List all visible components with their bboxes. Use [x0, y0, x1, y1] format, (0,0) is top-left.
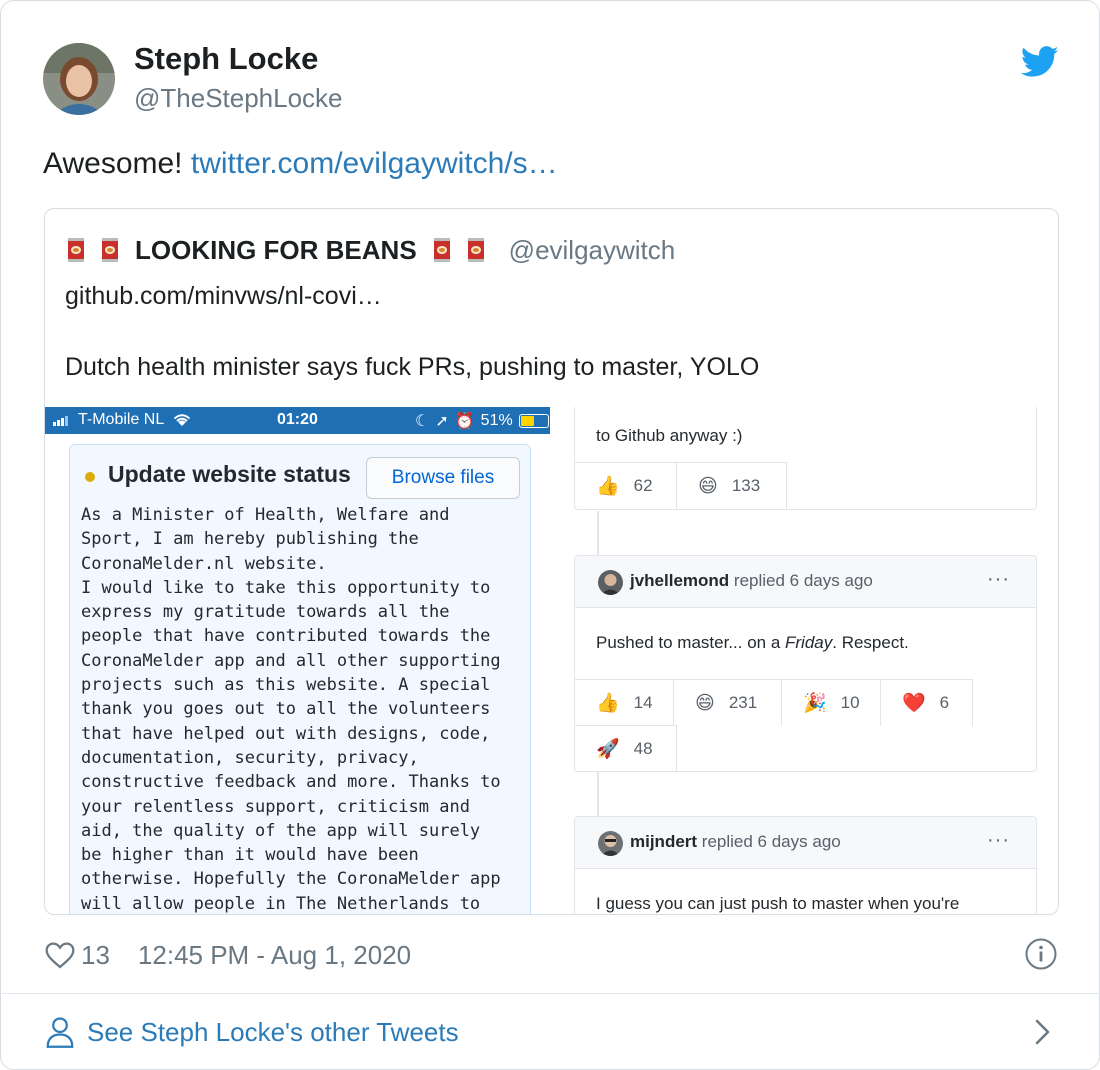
- comment-author[interactable]: mijndert: [630, 832, 697, 851]
- comment-text-part: . Respect.: [832, 633, 909, 652]
- reaction-count: 10: [840, 693, 860, 712]
- party-popper-icon: 🎉: [803, 693, 827, 714]
- comment-2: jvhellemond replied 6 days ago ··· Pushe…: [574, 555, 1037, 772]
- bean-can-icon: [467, 236, 485, 264]
- comment-3: mijndert replied 6 days ago ··· I guess …: [574, 816, 1037, 914]
- comment-3-header: mijndert replied 6 days ago ···: [575, 817, 1036, 869]
- reaction-thumbs-up[interactable]: 👍 14: [575, 680, 674, 726]
- user-avatar[interactable]: [598, 831, 623, 856]
- tweet-body: Awesome!: [43, 147, 183, 180]
- reaction-count: 14: [633, 693, 653, 712]
- timeline-line: [597, 772, 599, 816]
- quoted-body-text: Dutch health minister says fuck PRs, pus…: [65, 353, 760, 381]
- tweet-meta-row: 13 12:45 PM - Aug 1, 2020: [43, 935, 411, 975]
- smile-icon: 😄: [695, 692, 715, 714]
- reaction-count: 231: [728, 693, 758, 712]
- comment-3-text: I guess you can just push to master when…: [596, 894, 960, 913]
- phone-status-bar: T-Mobile NL 01:20 ☾ ➚ ⏰ 51%: [45, 407, 550, 434]
- author-name[interactable]: Steph Locke: [134, 41, 318, 77]
- battery-icon: [518, 414, 549, 428]
- comment-meta: replied 6 days ago: [733, 571, 873, 590]
- signal-bars-icon: [53, 416, 68, 426]
- more-options-icon[interactable]: ···: [987, 829, 1010, 852]
- battery-percent: 51%: [480, 412, 513, 429]
- embedded-tweet-card: Steph Locke @TheStephLocke Awesome! twit…: [0, 0, 1100, 1070]
- author-handle[interactable]: @TheStephLocke: [134, 83, 343, 114]
- user-avatar[interactable]: [598, 570, 623, 595]
- quoted-media-image[interactable]: T-Mobile NL 01:20 ☾ ➚ ⏰ 51% Update websi…: [45, 407, 1058, 914]
- comment-2-reactions-row2: 🚀 48: [575, 725, 677, 771]
- phone-status-right: ☾ ➚ ⏰ 51%: [415, 411, 549, 431]
- reaction-count: 133: [731, 476, 761, 495]
- more-options-icon[interactable]: ···: [987, 568, 1010, 591]
- carrier-group: T-Mobile NL: [53, 411, 192, 429]
- quoted-author-name[interactable]: LOOKING FOR BEANS: [135, 235, 417, 266]
- info-icon[interactable]: [1025, 938, 1057, 970]
- reaction-count: 6: [939, 693, 950, 712]
- browse-files-button[interactable]: Browse files: [366, 457, 520, 499]
- reaction-smile[interactable]: 😄 231: [674, 680, 782, 726]
- see-other-tweets-label: See Steph Locke's other Tweets: [87, 1016, 459, 1047]
- smile-icon: 😄: [698, 475, 718, 497]
- comment-2-text: Pushed to master... on a Friday. Respect…: [596, 633, 909, 653]
- like-count[interactable]: 13: [81, 940, 110, 971]
- see-other-tweets-link[interactable]: See Steph Locke's other Tweets: [45, 1013, 459, 1051]
- tweet-text: Awesome! twitter.com/evilgaywitch/s…: [43, 147, 558, 181]
- comment-2-header: jvhellemond replied 6 days ago ···: [575, 556, 1036, 608]
- footer-divider: [2, 993, 1100, 994]
- chevron-right-icon[interactable]: [1033, 1018, 1053, 1046]
- comment-meta: replied 6 days ago: [701, 832, 841, 851]
- commit-body: As a Minister of Health, Welfare and Spo…: [81, 505, 501, 914]
- reaction-smile[interactable]: 😄 133: [677, 463, 787, 509]
- reaction-tada[interactable]: 🎉 10: [782, 680, 881, 726]
- bean-can-icon: [67, 236, 85, 264]
- commit-title: Update website status: [108, 461, 351, 487]
- rocket-icon: 🚀: [596, 739, 620, 760]
- alarm-icon: ⏰: [454, 413, 475, 430]
- moon-icon: ☾: [415, 413, 430, 430]
- reaction-heart[interactable]: ❤️ 6: [881, 680, 973, 726]
- comment-1-text: to Github anyway :): [596, 426, 743, 445]
- comment-2-author-line: jvhellemond replied 6 days ago: [630, 571, 873, 591]
- status-dot: [85, 472, 95, 482]
- quoted-author-handle[interactable]: @evilgaywitch: [509, 235, 676, 266]
- wifi-icon: [174, 414, 191, 426]
- person-icon: [46, 1017, 74, 1048]
- comment-author[interactable]: jvhellemond: [630, 571, 729, 590]
- heart-icon[interactable]: [43, 939, 77, 971]
- quoted-tweet[interactable]: LOOKING FOR BEANS @evilgaywitch github.c…: [44, 208, 1059, 915]
- phone-time: 01:20: [277, 411, 318, 428]
- heart-icon: ❤️: [902, 693, 926, 714]
- quoted-link-text: github.com/minvws/nl-covi…: [65, 282, 382, 310]
- commit-message-box: Update website status Browse files As a …: [69, 444, 531, 914]
- thumbs-up-icon: 👍: [596, 476, 620, 497]
- thumbs-up-icon: 👍: [596, 693, 620, 714]
- comment-text-emphasis: Friday: [785, 633, 833, 652]
- github-comments: to Github anyway :) 👍 62 😄 133 jvhellemo…: [574, 407, 1037, 914]
- author-avatar[interactable]: [43, 43, 115, 115]
- tweet-timestamp[interactable]: 12:45 PM - Aug 1, 2020: [138, 940, 411, 971]
- quoted-header: LOOKING FOR BEANS @evilgaywitch: [67, 231, 675, 269]
- bean-can-icon: [101, 236, 119, 264]
- bean-can-icon: [433, 236, 451, 264]
- comment-1: to Github anyway :) 👍 62 😄 133: [574, 407, 1037, 510]
- comment-1-reactions: 👍 62 😄 133: [575, 462, 787, 509]
- reaction-count: 62: [633, 476, 653, 495]
- twitter-bird-icon[interactable]: [1021, 45, 1059, 79]
- reaction-rocket[interactable]: 🚀 48: [575, 726, 677, 771]
- tweet-link[interactable]: twitter.com/evilgaywitch/s…: [191, 147, 558, 180]
- reaction-count: 48: [633, 739, 653, 758]
- reaction-thumbs-up[interactable]: 👍 62: [575, 463, 677, 509]
- comment-text-part: Pushed to master... on a: [596, 633, 786, 652]
- timeline-line: [597, 511, 599, 555]
- comment-2-reactions: 👍 14 😄 231 🎉 10 ❤️ 6: [575, 679, 973, 726]
- location-arrow-icon: ➚: [435, 413, 449, 430]
- carrier-name: T-Mobile NL: [78, 411, 165, 428]
- comment-3-author-line: mijndert replied 6 days ago: [630, 832, 841, 852]
